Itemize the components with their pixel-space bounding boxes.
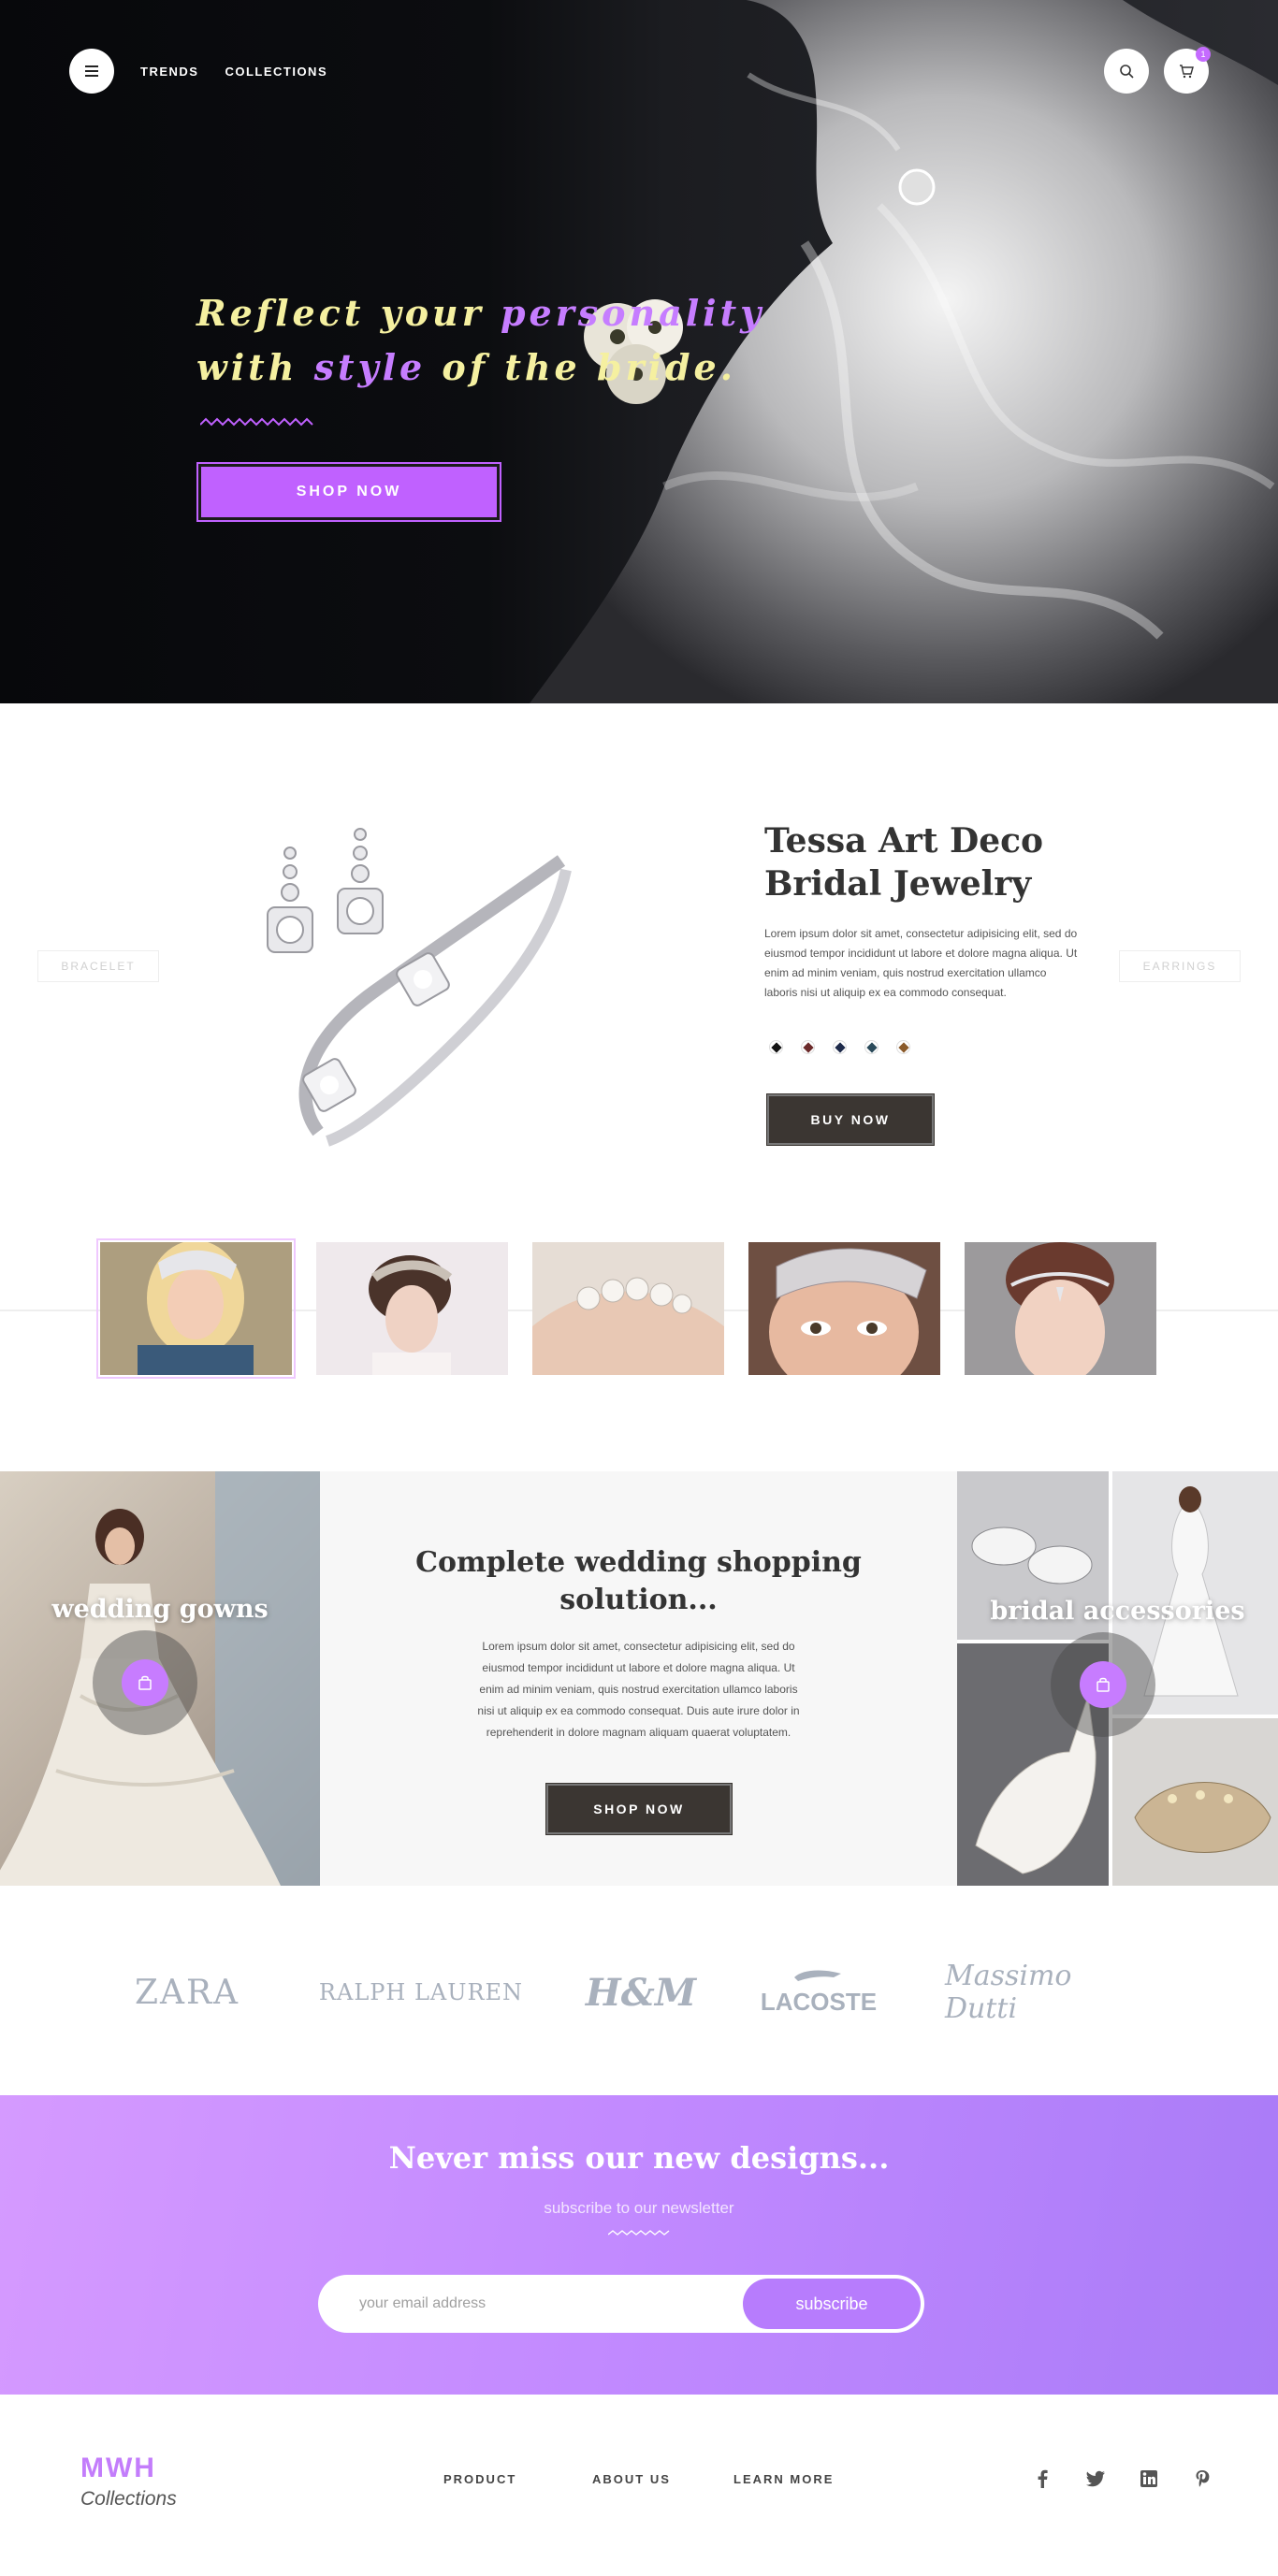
twitter-link[interactable] [1082,2466,1109,2492]
jewelry-product-image [267,828,572,1147]
shopping-bag-icon [1096,1677,1110,1692]
brand-lacoste-text: LACOSTE [760,1987,878,2016]
prev-category-bracelet[interactable]: BRACELET [37,950,159,982]
search-icon [1120,65,1134,79]
swatch-black[interactable] [769,1040,783,1054]
brand-logos: ZARA RALPH LAUREN H&M LACOSTE Massimo Du… [0,1960,1278,2025]
pinterest-icon [1196,2470,1210,2487]
newsletter-section: Never miss our new designs... subscribe … [0,2095,1278,2395]
shopping-solution-title-line: Complete wedding shopping [415,1546,862,1579]
thumbnail-image [748,1242,940,1375]
thumbnail-image [316,1242,508,1375]
product-description: Lorem ipsum dolor sit amet, consectetur … [764,927,1078,999]
wedding-gowns-card[interactable]: wedding gowns [0,1471,320,1886]
thumbnail-image [965,1242,1156,1375]
footer-link-product[interactable]: PRODUCT [443,2472,516,2486]
bridal-accessories-label: bridal accessories [990,1597,1245,1626]
color-swatches [769,1040,910,1054]
diamond-icon [802,1041,814,1053]
shopping-solution-title: Complete wedding shopping solution... [320,1544,957,1619]
buy-now-button[interactable]: BUY NOW [766,1093,935,1146]
thumbnail-5[interactable] [965,1242,1156,1375]
subscribe-button[interactable]: subscribe [743,2279,921,2329]
facebook-icon [1038,2469,1048,2488]
thumbnail-image [532,1242,724,1375]
hero-title-text: Reflect your [196,292,501,334]
thumbnail-image [100,1242,292,1375]
next-category-earrings[interactable]: EARRINGS [1119,950,1241,982]
nav-trends[interactable]: TRENDS [140,65,198,79]
zigzag-divider [200,417,313,427]
shopping-solution-description: Lorem ipsum dolor sit amet, consectetur … [477,1640,800,1739]
header-actions: 1 [1104,47,1211,94]
linkedin-link[interactable] [1136,2466,1162,2492]
facebook-link[interactable] [1029,2466,1055,2492]
product-title-line: Tessa Art Deco [764,821,1044,861]
brand-ralph-lauren-logo[interactable]: RALPH LAUREN [318,1961,524,2024]
newsletter-subtitle: subscribe to our newsletter [544,2199,734,2217]
hero-title-accent: style [313,346,427,388]
hero-title-accent: personality [500,292,765,334]
swatch-bronze[interactable] [896,1040,910,1054]
newsletter-form: subscribe [318,2275,924,2333]
menu-button[interactable] [69,49,114,94]
brand-massimo-dutti-logo[interactable]: Massimo Dutti [945,1960,1151,2025]
hero-shop-now-button[interactable]: SHOP NOW [196,462,501,522]
diamond-icon [770,1041,782,1053]
twitter-icon [1086,2470,1105,2487]
linkedin-icon [1140,2470,1157,2487]
hero-banner: TRENDS COLLECTIONS 1 Reflect your person… [0,0,1278,703]
nav-collections[interactable]: COLLECTIONS [225,65,327,79]
wedding-gowns-label: wedding gowns [51,1595,269,1624]
product-title-line: Bridal Jewelry [764,864,1032,904]
shopping-solution-panel: Complete wedding shopping solution... Lo… [320,1471,957,1886]
wedding-gowns-bag-ring [93,1630,197,1735]
logo-collections: Collections [80,2488,177,2510]
hero-title-text: with [196,346,314,388]
brand-lacoste-logo[interactable]: LACOSTE [748,1961,889,2024]
bridal-accessories-card[interactable]: bridal accessories [957,1471,1278,1886]
bridal-accessories-shop-button[interactable] [1080,1661,1126,1708]
brand-hm-logo[interactable]: H&M [586,1961,696,2024]
hero-title-text: of the bride. [426,346,736,388]
shopping-bag-icon [138,1675,152,1690]
diamond-icon [865,1041,878,1053]
newsletter-title: Never miss our new designs... [388,2140,890,2176]
swatch-navy[interactable] [833,1040,847,1054]
swatch-teal[interactable] [864,1040,879,1054]
pinterest-link[interactable] [1189,2466,1215,2492]
cart-button[interactable]: 1 [1164,47,1211,94]
zigzag-divider [608,2230,670,2236]
diamond-icon [897,1041,909,1053]
product-title: Tessa Art Deco Bridal Jewelry [764,819,1139,905]
wedding-gowns-shop-button[interactable] [122,1659,168,1706]
footer-link-learn-more[interactable]: LEARN MORE [733,2472,834,2486]
shopping-solution-title-line: solution... [559,1584,718,1616]
logo-mwh[interactable]: MWH [80,2453,156,2484]
footer-link-about-us[interactable]: ABOUT US [592,2472,671,2486]
shopping-solution-shop-now-button[interactable]: SHOP NOW [545,1783,733,1835]
thumbnail-1[interactable] [96,1238,296,1379]
cart-icon [1180,65,1194,79]
main-nav: TRENDS COLLECTIONS [69,49,327,94]
thumbnail-3[interactable] [532,1242,724,1375]
crocodile-icon [794,1970,841,1981]
swatch-maroon[interactable] [801,1040,815,1054]
bridal-accessories-bag-ring [1051,1632,1155,1737]
thumbnail-4[interactable] [748,1242,940,1375]
thumbnail-2[interactable] [316,1242,508,1375]
hero-title: Reflect your personality with style of t… [196,286,764,395]
product-thumbnails [96,1238,1156,1379]
brand-zara-logo[interactable]: ZARA [122,1961,253,2024]
search-button[interactable] [1104,49,1149,94]
cart-count-badge: 1 [1196,47,1211,62]
hamburger-icon [85,70,98,72]
email-input[interactable] [359,2275,733,2333]
diamond-icon [834,1041,846,1053]
